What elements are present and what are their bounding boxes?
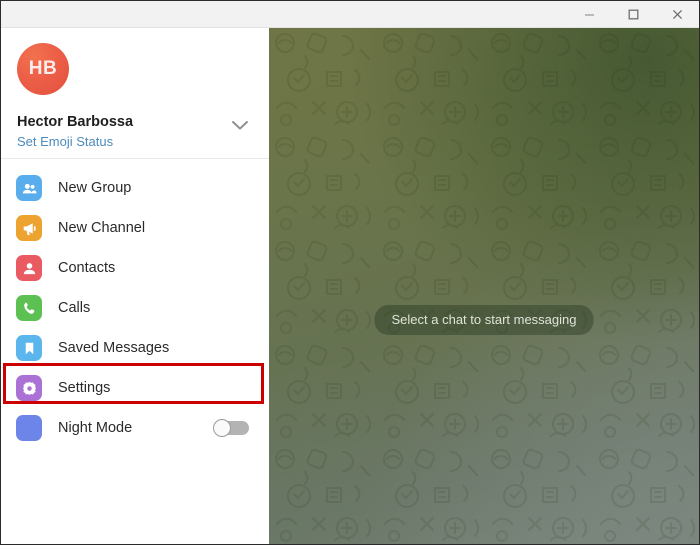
avatar[interactable]: HB: [17, 43, 69, 95]
chevron-down-icon[interactable]: [231, 118, 249, 136]
menu-item-calls[interactable]: Calls: [1, 288, 269, 328]
empty-chat-message: Select a chat to start messaging: [374, 305, 594, 335]
profile-block: HB Hector Barbossa Set Emoji Status: [1, 28, 269, 158]
gear-icon: [16, 375, 42, 401]
close-button[interactable]: [655, 1, 699, 27]
telegram-window: HB Hector Barbossa Set Emoji Status New …: [0, 0, 700, 545]
menu-item-contacts[interactable]: Contacts: [1, 248, 269, 288]
menu-item-label: Contacts: [58, 260, 116, 276]
contacts-icon: [16, 255, 42, 281]
moon-icon: [16, 415, 42, 441]
menu-item-label: New Group: [58, 180, 132, 196]
avatar-initials: HB: [28, 58, 58, 79]
new-group-icon: [16, 175, 42, 201]
menu-item-new-channel[interactable]: New Channel: [1, 208, 269, 248]
set-emoji-status-link[interactable]: Set Emoji Status: [17, 134, 269, 149]
window-title-bar: [1, 1, 699, 28]
menu-item-night-mode[interactable]: Night Mode: [1, 408, 269, 448]
night-mode-toggle[interactable]: [213, 419, 249, 437]
chat-area: Select a chat to start messaging: [269, 28, 699, 544]
menu-item-label: Saved Messages: [58, 340, 170, 356]
menu-item-label: New Channel: [58, 220, 146, 236]
minimize-button[interactable]: [567, 1, 611, 27]
phone-icon: [16, 295, 42, 321]
toggle-knob: [213, 419, 231, 437]
megaphone-icon: [16, 215, 42, 241]
menu-item-label: Night Mode: [58, 420, 133, 436]
menu-item-settings[interactable]: Settings: [1, 368, 269, 408]
bookmark-icon: [16, 335, 42, 361]
menu-item-label: Calls: [58, 300, 91, 316]
menu-list: New Group New Channel Contacts Calls Sav…: [1, 159, 269, 448]
main-menu-sidebar: HB Hector Barbossa Set Emoji Status New …: [1, 28, 269, 544]
maximize-button[interactable]: [611, 1, 655, 27]
menu-item-saved-messages[interactable]: Saved Messages: [1, 328, 269, 368]
menu-item-new-group[interactable]: New Group: [1, 168, 269, 208]
chat-background-pattern: [269, 28, 699, 544]
menu-item-label: Settings: [58, 380, 111, 396]
